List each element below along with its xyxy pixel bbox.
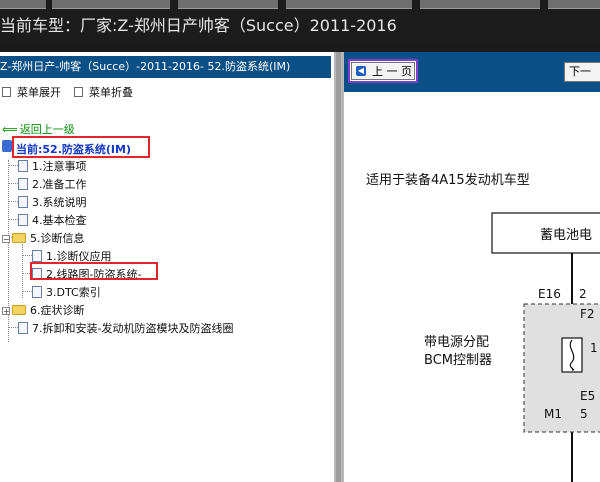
expand-toggle-icon[interactable]: + xyxy=(2,307,10,316)
fuse-pin-label: 1 xyxy=(590,341,598,355)
tree-branch xyxy=(8,183,18,184)
splitter-handle xyxy=(336,52,341,482)
menu-collapse-button[interactable]: 菜单折叠 xyxy=(74,84,133,100)
connector-e16-pin: 2 xyxy=(579,287,587,301)
back-link-label: 返回上一级 xyxy=(19,123,75,136)
selected-item-highlight xyxy=(30,262,158,280)
menu-collapse-label: 菜单折叠 xyxy=(89,86,133,99)
folder-closed-icon xyxy=(12,305,26,315)
collapse-icon xyxy=(74,87,83,97)
next-page-label: 下一 xyxy=(569,65,591,78)
list-item-label: 3.DTC索引 xyxy=(46,286,101,299)
top-tab-2[interactable] xyxy=(52,0,170,9)
tree-branch xyxy=(8,327,18,328)
back-link[interactable]: ⟸ 返回上一级 xyxy=(2,121,75,137)
connector-m1-pin: 5 xyxy=(580,407,588,421)
bcm-label-line1: 带电源分配 xyxy=(424,335,489,350)
tree-branch xyxy=(22,291,32,292)
back-arrow-icon: ⟸ xyxy=(2,123,18,136)
connector-m1-label: M1 xyxy=(544,407,562,421)
connector-f2-label: F2 xyxy=(580,307,595,321)
current-node-label[interactable]: 当前:52.防盗系统(IM) xyxy=(16,141,131,157)
fuse-box xyxy=(561,337,583,373)
top-tab-4[interactable] xyxy=(286,0,412,9)
tree-branch xyxy=(22,255,32,256)
list-item[interactable]: 3.系统说明 xyxy=(18,194,87,210)
list-item-label: 6.症状诊断 xyxy=(30,304,85,317)
document-icon xyxy=(18,196,28,208)
globe-icon xyxy=(2,140,12,152)
menu-expand-button[interactable]: 菜单展开 xyxy=(2,84,61,100)
current-node-highlight: 当前:52.防盗系统(IM) xyxy=(12,136,150,158)
document-icon xyxy=(32,286,42,298)
tree-line xyxy=(22,244,23,298)
next-page-button[interactable]: 下一 xyxy=(564,62,600,82)
top-tab-6[interactable] xyxy=(548,0,600,9)
collapse-toggle-icon[interactable]: − xyxy=(2,235,10,244)
prev-page-button-face: ◀ 上 一 页 xyxy=(351,62,415,80)
list-item-folder[interactable]: − 5.诊断信息 xyxy=(2,230,85,246)
left-panel: Z-郑州日产-帅客（Succe）-2011-2016- 52.防盗系统(IM) … xyxy=(0,52,334,482)
battery-label: 蓄电池电 xyxy=(540,228,592,243)
right-panel: ◀ 上 一 页 下一 适用于装备4A15发动机车型 蓄电池电 E16 2 F2 … xyxy=(344,52,600,482)
document-icon xyxy=(18,322,28,334)
document-icon xyxy=(18,214,28,226)
expand-icon xyxy=(2,87,11,97)
pane-splitter[interactable] xyxy=(334,52,344,482)
list-item[interactable]: 3.DTC索引 xyxy=(32,284,101,300)
wiring-diagram: 适用于装备4A15发动机车型 蓄电池电 E16 2 F2 1 带电源分配 BCM… xyxy=(366,172,600,482)
list-item[interactable]: 1.注意事项 xyxy=(18,158,87,174)
prev-page-button[interactable]: ◀ 上 一 页 xyxy=(348,59,418,83)
bcm-label-line2: BCM控制器 xyxy=(424,353,492,368)
list-item[interactable]: 2.准备工作 xyxy=(18,176,87,192)
left-panel-header: Z-郑州日产-帅客（Succe）-2011-2016- 52.防盗系统(IM) xyxy=(0,56,331,78)
prev-page-label: 上 一 页 xyxy=(372,65,412,78)
menu-expand-label: 菜单展开 xyxy=(17,86,61,99)
list-item-label: 4.基本检查 xyxy=(32,214,87,227)
applies-to-text: 适用于装备4A15发动机车型 xyxy=(366,172,530,188)
top-tab-3[interactable] xyxy=(178,0,278,9)
top-tab-5[interactable] xyxy=(420,0,540,9)
list-item-label: 3.系统说明 xyxy=(32,196,87,209)
tree-branch xyxy=(8,219,18,220)
tree-branch xyxy=(8,201,18,202)
prev-arrow-icon: ◀ xyxy=(356,66,366,76)
page-title: 当前车型：厂家:Z-郑州日产帅客（Succe）2011-2016 xyxy=(0,16,397,35)
page-nav-bar: ◀ 上 一 页 下一 xyxy=(344,52,600,92)
connector-e5-label: E5 xyxy=(580,389,595,403)
title-bar: 当前车型：厂家:Z-郑州日产帅客（Succe）2011-2016 xyxy=(0,0,600,44)
list-item-label: 1.注意事项 xyxy=(32,160,87,173)
top-tab-strip xyxy=(0,0,600,9)
list-item-label: 2.准备工作 xyxy=(32,178,87,191)
top-tab-1[interactable] xyxy=(0,0,46,9)
list-item[interactable]: 4.基本检查 xyxy=(18,212,87,228)
document-icon xyxy=(18,178,28,190)
document-icon xyxy=(18,160,28,172)
folder-open-icon xyxy=(12,233,26,243)
list-item-folder[interactable]: +6.症状诊断 xyxy=(2,302,85,318)
list-item[interactable]: 7.拆卸和安装-发动机防盗模块及防盗线圈 xyxy=(18,320,233,336)
connector-e16-label: E16 xyxy=(538,287,561,301)
list-item-label: 7.拆卸和安装-发动机防盗模块及防盗线圈 xyxy=(32,322,234,335)
tree-branch xyxy=(8,165,18,166)
list-item-label: 5.诊断信息 xyxy=(30,232,85,245)
document-icon xyxy=(32,250,42,262)
